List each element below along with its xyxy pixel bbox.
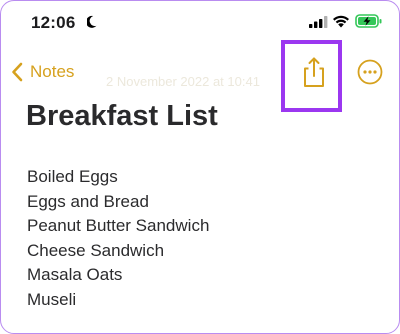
more-options-button[interactable] [356,58,384,86]
note-line[interactable]: Eggs and Bread [27,190,209,215]
note-date-faded: 2 November 2022 at 10:41 [106,74,260,89]
chevron-left-icon [12,62,23,82]
note-line[interactable]: Cheese Sandwich [27,239,209,264]
note-line[interactable]: Museli [27,288,209,313]
battery-charging-icon [355,14,382,28]
note-line[interactable]: Masala Oats [27,263,209,288]
more-options-icon [357,59,383,85]
note-line[interactable]: Boiled Eggs [27,165,209,190]
cellular-signal-icon [309,16,328,28]
note-body[interactable]: Boiled Eggs Eggs and Bread Peanut Butter… [27,165,209,313]
note-title[interactable]: Breakfast List [26,100,218,133]
share-highlight-box [281,40,342,112]
back-button-label: Notes [30,62,75,81]
wifi-icon [333,15,349,28]
note-line[interactable]: Peanut Butter Sandwich [27,214,209,239]
moon-icon [87,15,97,28]
back-to-notes-button[interactable]: Notes [11,60,74,84]
status-bar: 12:06 [0,0,400,44]
status-time: 12:06 [31,13,76,32]
